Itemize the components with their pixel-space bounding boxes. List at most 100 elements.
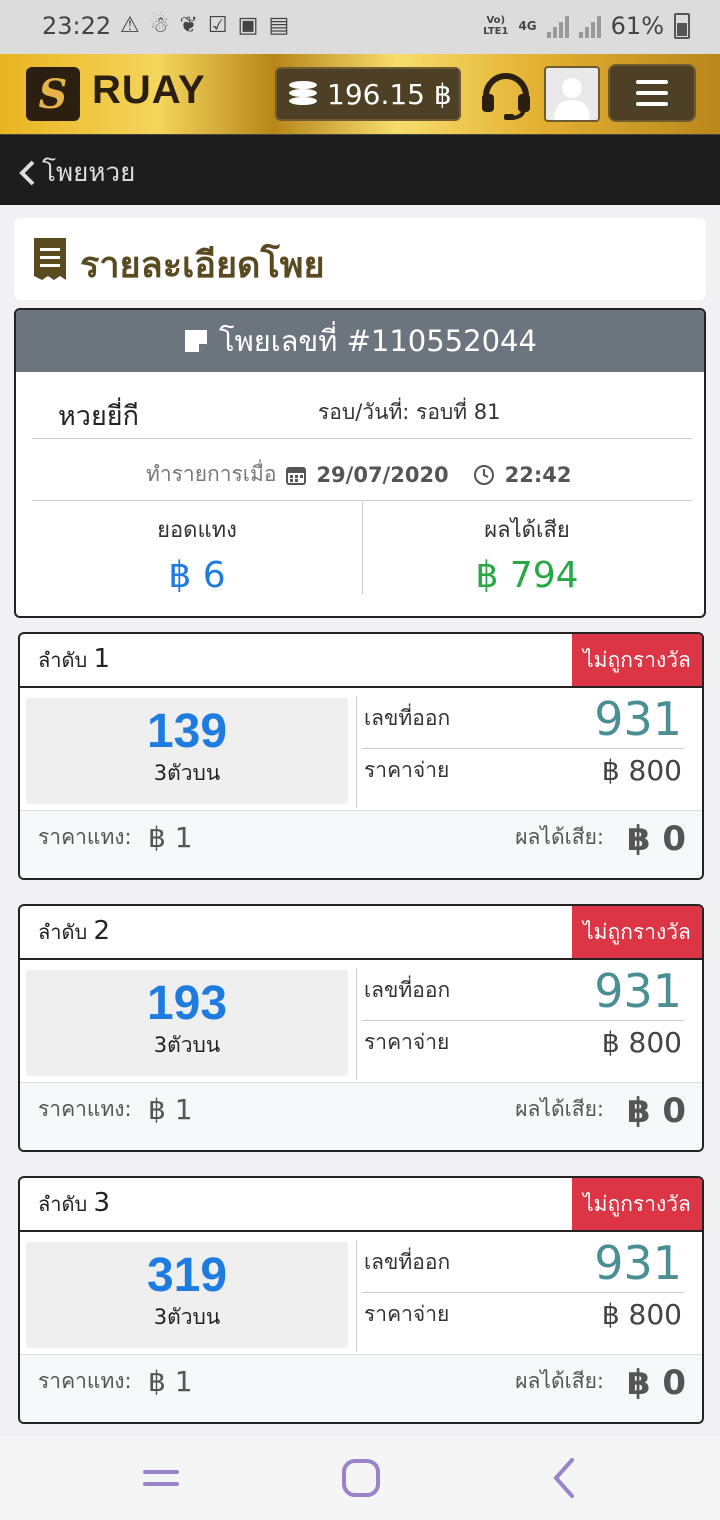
- result-number: 931: [594, 1236, 682, 1290]
- payout-label: ราคาจ่าย: [364, 1030, 450, 1054]
- bet-number: 193: [146, 977, 228, 1030]
- total-stake-value: ฿ 6: [168, 555, 226, 596]
- payout-value: ฿ 800: [601, 1026, 682, 1059]
- payout-label: ราคาจ่าย: [364, 1302, 450, 1326]
- payout-label: ราคาจ่าย: [364, 758, 450, 782]
- bet-header: ลำดับ 2 ไม่ถูกรางวัล: [20, 906, 702, 960]
- balance-amount: 196.15 ฿: [327, 77, 452, 111]
- bet-item: ลำดับ 2 ไม่ถูกรางวัล 193 3ตัวบน เลขที่ออ…: [18, 904, 704, 1152]
- result-number: 931: [594, 692, 682, 746]
- user-avatar-icon: [554, 78, 590, 120]
- stake-value: ฿ 1: [148, 821, 193, 854]
- total-profit-loss: ผลได้เสีย ฿ 794: [362, 512, 692, 596]
- bet-type: 3ตัวบน: [153, 1033, 221, 1057]
- brand-name: RUAY: [92, 68, 206, 112]
- bet-item: ลำดับ 1 ไม่ถูกรางวัล 139 3ตัวบน เลขที่ออ…: [18, 632, 704, 880]
- divider: [32, 438, 692, 439]
- page-title: รายละเอียดโพย: [80, 245, 325, 286]
- translate-icon: ▤: [268, 13, 290, 38]
- payout-value: ฿ 800: [601, 1298, 682, 1331]
- lottery-name: หวยยี่กี: [58, 401, 139, 432]
- warning-icon: ⚠: [120, 13, 140, 38]
- total-stake: ยอดแทง ฿ 6: [32, 512, 362, 596]
- bet-number-box: 319 3ตัวบน: [26, 1242, 348, 1348]
- result-label: เลขที่ออก: [364, 706, 451, 730]
- back-icon[interactable]: [548, 1456, 578, 1500]
- ticket-number: โพยเลขที่ #110552044: [219, 324, 537, 358]
- profit-loss-label: ผลได้เสีย:: [515, 1097, 604, 1121]
- chevron-left-icon: [19, 160, 35, 185]
- app-header: S RUAY 196.15 ฿: [0, 54, 720, 134]
- profit-loss-value: ฿ 0: [626, 1363, 686, 1403]
- bet-type: 3ตัวบน: [153, 1305, 221, 1329]
- transaction-date: 29/07/2020: [316, 462, 449, 487]
- profit-loss-value: ฿ 0: [626, 819, 686, 859]
- payout-value: ฿ 800: [601, 754, 682, 787]
- page-title-card: รายละเอียดโพย: [14, 218, 706, 300]
- status-badge: ไม่ถูกรางวัล: [572, 1178, 702, 1230]
- app-notification-icon: ☃: [149, 13, 170, 38]
- coins-icon: [287, 79, 319, 109]
- bet-number: 319: [146, 1249, 228, 1302]
- profit-loss-label: ผลได้เสีย:: [515, 825, 604, 849]
- receipt-icon: [34, 238, 66, 280]
- stake-label: ราคาแทง:: [38, 1369, 132, 1393]
- divider: [32, 500, 692, 501]
- bet-order: ลำดับ 3: [38, 1188, 111, 1218]
- result-number: 931: [594, 964, 682, 1018]
- bet-footer: ราคาแทง: ฿ 1 ผลได้เสีย: ฿ 0: [20, 1354, 702, 1422]
- bet-item: ลำดับ 3 ไม่ถูกรางวัล 319 3ตัวบน เลขที่ออ…: [18, 1176, 704, 1424]
- clock-icon: [473, 464, 494, 485]
- recent-apps-icon[interactable]: [142, 1456, 180, 1500]
- total-stake-label: ยอดแทง: [157, 518, 237, 543]
- bet-header: ลำดับ 3 ไม่ถูกรางวัล: [20, 1178, 702, 1232]
- status-bar: 23:22 ⚠ ☃ ❦ ☑ ▣ ▤ Vo) LTE1 4G 61%: [0, 0, 720, 54]
- profile-avatar-button[interactable]: [544, 66, 600, 122]
- battery-icon: [674, 13, 690, 39]
- balance-button[interactable]: 196.15 ฿: [275, 67, 461, 121]
- battery-percent: 61%: [610, 12, 664, 40]
- round-info: รอบ/วันที่: รอบที่ 81: [318, 400, 501, 424]
- profit-loss-label: ผลได้เสีย:: [515, 1369, 604, 1393]
- bet-header: ลำดับ 1 ไม่ถูกรางวัล: [20, 634, 702, 688]
- bet-type: 3ตัวบน: [153, 761, 221, 785]
- notification-icons: ⚠ ☃ ❦ ☑ ▣ ▤: [120, 13, 289, 38]
- total-profit-loss-value: ฿ 794: [475, 555, 579, 596]
- back-label: โพยหวย: [42, 158, 136, 188]
- ticket-summary-card: โพยเลขที่ #110552044 หวยยี่กี รอบ/วันที่…: [14, 308, 706, 618]
- support-headset-icon[interactable]: [478, 66, 534, 122]
- bet-footer: ราคาแทง: ฿ 1 ผลได้เสีย: ฿ 0: [20, 1082, 702, 1150]
- stake-value: ฿ 1: [148, 1365, 193, 1398]
- status-badge: ไม่ถูกรางวัล: [572, 906, 702, 958]
- bet-footer: ราคาแทง: ฿ 1 ผลได้เสีย: ฿ 0: [20, 810, 702, 878]
- note-icon: [185, 330, 208, 352]
- signal-icon: [546, 14, 569, 38]
- network-type: 4G: [518, 18, 537, 33]
- bet-order: ลำดับ 2: [38, 916, 111, 946]
- profit-loss-value: ฿ 0: [626, 1091, 686, 1131]
- stake-label: ราคาแทง:: [38, 1097, 132, 1121]
- bet-number: 139: [146, 705, 228, 758]
- made-at-label: ทำรายการเมื่อ: [146, 462, 277, 486]
- sub-navigation: โพยหวย: [0, 134, 720, 205]
- back-link[interactable]: โพยหวย: [18, 152, 135, 193]
- bet-order: ลำดับ 1: [38, 644, 111, 674]
- system-navigation-bar: [0, 1436, 720, 1520]
- stake-label: ราคาแทง:: [38, 825, 132, 849]
- ticket-header: โพยเลขที่ #110552044: [16, 310, 704, 372]
- stake-value: ฿ 1: [148, 1093, 193, 1126]
- transaction-time: ทำรายการเมื่อ 29/07/2020 22:42: [146, 458, 572, 491]
- transaction-clock: 22:42: [504, 462, 572, 487]
- total-profit-loss-label: ผลได้เสีย: [484, 518, 570, 543]
- status-badge: ไม่ถูกรางวัล: [572, 634, 702, 686]
- status-time: 23:22: [42, 12, 112, 40]
- hamburger-menu-button[interactable]: [608, 64, 696, 122]
- calendar-icon: [286, 466, 307, 485]
- result-label: เลขที่ออก: [364, 1250, 451, 1274]
- bet-number-box: 193 3ตัวบน: [26, 970, 348, 1076]
- bet-number-box: 139 3ตัวบน: [26, 698, 348, 804]
- home-icon[interactable]: [340, 1456, 382, 1500]
- image-icon: ▣: [237, 13, 259, 38]
- brand-logo[interactable]: S: [26, 67, 80, 121]
- leaf-icon: ❦: [179, 13, 198, 38]
